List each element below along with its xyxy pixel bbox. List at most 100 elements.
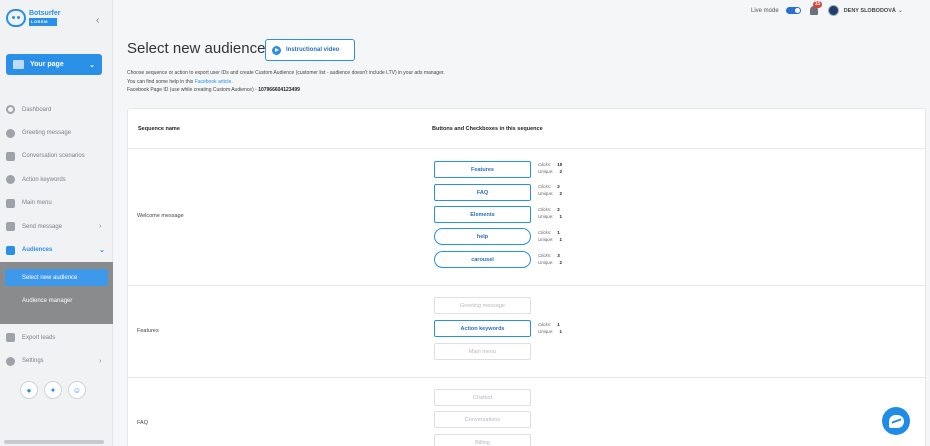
clicks-label: Clicks:: [538, 207, 552, 212]
sidebar-subitem-select-new-audience[interactable]: Select new audience: [5, 269, 108, 286]
instructional-video-label: Instructional video: [286, 47, 340, 53]
unique-value: 1: [559, 213, 563, 219]
notification-count-badge: 15: [812, 1, 823, 8]
sidebar-item-label: Settings: [22, 358, 44, 365]
sequence-button-conversations[interactable]: Conversations: [434, 411, 531, 428]
chevron-down-icon: ⌄: [89, 61, 95, 69]
folder-icon: [6, 151, 15, 161]
unique-value: 2: [559, 190, 563, 196]
user-name[interactable]: DENY SLOBODOVÁ: [844, 8, 896, 14]
sequence-button-chatbot[interactable]: Chatbot: [434, 389, 531, 406]
clicks-label: Clicks:: [538, 322, 552, 327]
button-stats: Clicks: 1 Unique: 1: [538, 230, 562, 243]
unique-label: Unique:: [538, 213, 554, 219]
unique-value: 2: [559, 168, 563, 174]
magic-wand-icon[interactable]: ✦: [44, 381, 62, 399]
sidebar-subitem-audience-manager[interactable]: Audience manager: [5, 292, 108, 309]
button-stats: Clicks: 2 Unique: 2: [538, 184, 562, 197]
chevron-down-icon: ⌄: [99, 247, 105, 255]
unique-value: 1: [559, 236, 563, 242]
unique-label: Unique:: [538, 236, 554, 242]
help-text: You can find some help in this: [127, 78, 195, 85]
audiences-submenu: Select new audience Audience manager: [0, 262, 113, 324]
brand-logo[interactable]: Botsurfer LOREM: [6, 9, 61, 27]
chat-bubbles-icon: [6, 175, 15, 185]
sidebar-item-conversation-scenarios[interactable]: Conversation scenarios: [0, 145, 113, 168]
sidebar-item-dashboard[interactable]: Dashboard: [0, 98, 113, 121]
page-selector-label: Your page: [30, 61, 64, 68]
dashboard-icon: [6, 105, 15, 115]
sidebar-item-label: Greeting message: [22, 130, 72, 137]
unique-value: 1: [559, 328, 563, 334]
bot-logo-icon: [6, 9, 26, 27]
table-row: Features Greeting message Action keyword…: [128, 286, 925, 378]
unique-label: Unique:: [538, 190, 554, 196]
button-stats: Clicks: 2 Unique: 1: [538, 207, 562, 220]
chevron-right-icon: ›: [99, 357, 102, 365]
sidebar-item-export-leads[interactable]: Export leads: [0, 326, 113, 349]
table-row: Welcome message Features Clicks: 10 Uniqu…: [128, 149, 925, 286]
unique-label: Unique:: [538, 168, 554, 174]
sidebar-item-label: Main menu: [22, 200, 52, 207]
sidebar-item-label: Audiences: [22, 247, 53, 254]
help-text-end: .: [231, 78, 233, 85]
clicks-label: Clicks:: [538, 253, 552, 258]
sidebar-item-main-menu[interactable]: Main menu: [0, 192, 113, 215]
sequence-button-features[interactable]: Features: [434, 161, 531, 178]
paper-plane-icon: [6, 222, 15, 232]
button-stats: Clicks: 3 Unique: 2: [538, 253, 562, 266]
bell-icon[interactable]: 15: [809, 1, 823, 15]
export-icon: [6, 333, 15, 343]
table-row: FAQ Chatbot Conversations Billing: [128, 378, 925, 446]
clicks-label: Clicks:: [538, 230, 552, 235]
sidebar-item-greeting-message[interactable]: Greeting message: [0, 121, 113, 144]
sidebar-item-action-keywords[interactable]: Action keywords: [0, 168, 113, 191]
sidebar-nav-bottom: Export leads Settings ›: [0, 326, 113, 373]
description-line: Choose sequence or action to export user…: [127, 70, 445, 76]
sequence-name: Welcome message: [137, 213, 184, 219]
sidebar-scrollbar[interactable]: [4, 440, 104, 444]
sequence-button-greeting-message[interactable]: Greeting message: [434, 297, 531, 314]
sequence-button-action-keywords[interactable]: Action keywords: [434, 320, 531, 337]
messenger-chat-button[interactable]: [882, 407, 910, 435]
top-bar: Live mode 15 DENY SLOBODOVÁ ⌄: [751, 1, 903, 17]
sequence-button-faq[interactable]: FAQ: [434, 184, 531, 201]
sidebar-item-label: Send message: [22, 223, 63, 230]
chevron-down-icon[interactable]: ⌄: [898, 7, 903, 14]
collapse-sidebar-icon[interactable]: ‹: [96, 15, 99, 26]
play-icon: [272, 45, 281, 55]
menu-list-icon: [6, 198, 15, 208]
sequence-button-billing[interactable]: Billing: [434, 434, 531, 446]
facebook-article-link[interactable]: Facebook article: [195, 79, 232, 85]
page-description: Choose sequence or action to export user…: [127, 69, 445, 95]
instructional-video-button[interactable]: Instructional video: [265, 39, 355, 61]
social-links: ● ✦ ☺: [20, 381, 86, 399]
unique-value: 2: [559, 259, 563, 265]
column-header-buttons: Buttons and Checkboxes in this sequence: [432, 126, 543, 132]
sidebar-item-send-message[interactable]: Send message ›: [0, 215, 113, 238]
sequence-button-main-menu[interactable]: Main menu: [434, 343, 531, 360]
sequence-button-carousel[interactable]: carousel: [434, 251, 531, 268]
page-id-line: Facebook Page ID (use while creating Cus…: [127, 86, 445, 95]
live-mode-label: Live mode: [751, 7, 779, 14]
sequence-button-help[interactable]: help: [434, 228, 531, 245]
sidebar: Botsurfer LOREM ‹ Your page ⌄ Dashboard …: [0, 0, 113, 446]
sequence-name: FAQ: [137, 420, 149, 426]
gear-icon: [6, 128, 15, 138]
page-selector-button[interactable]: Your page ⌄: [6, 54, 102, 75]
sidebar-item-settings[interactable]: Settings ›: [0, 349, 113, 372]
chat-support-icon[interactable]: ●: [20, 381, 38, 399]
column-header-sequence-name: Sequence name: [138, 126, 180, 132]
community-icon[interactable]: ☺: [68, 381, 86, 399]
page-id-label: Facebook Page ID (use while creating Cus…: [127, 87, 259, 93]
avatar[interactable]: [827, 5, 839, 16]
sequence-button-elements[interactable]: Elements: [434, 206, 531, 223]
gear-icon: [6, 356, 15, 366]
sidebar-item-label: Dashboard: [22, 106, 52, 113]
audience-icon: [6, 245, 15, 255]
live-mode-toggle[interactable]: [785, 7, 801, 14]
button-stats: Clicks: 10 Unique: 2: [538, 162, 562, 175]
clicks-label: Clicks:: [538, 162, 552, 167]
page-title: Select new audience: [127, 40, 266, 57]
sidebar-item-audiences[interactable]: Audiences ⌄: [0, 238, 113, 261]
